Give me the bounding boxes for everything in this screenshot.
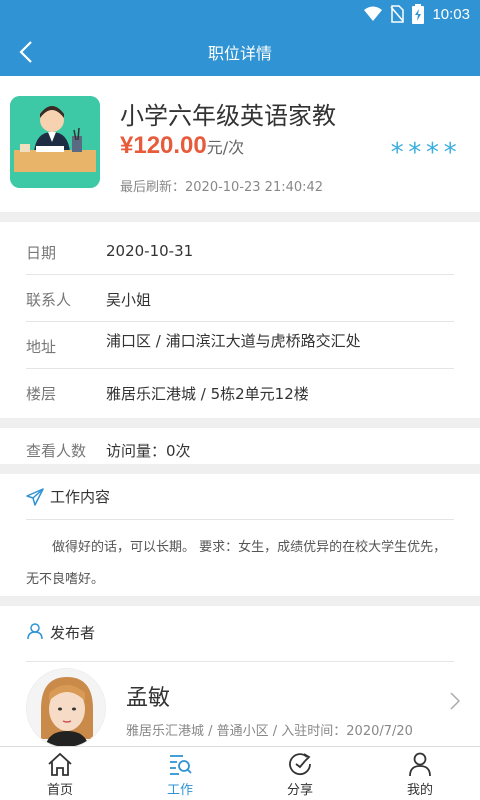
no-sim-icon bbox=[390, 5, 405, 23]
info-value: 雅居乐汇港城 / 5栋2单元12楼 bbox=[106, 385, 309, 403]
info-row-address[interactable]: 地址 浦口区 / 浦口滨江大道与虎桥路交汇处 bbox=[26, 322, 454, 369]
publisher-card: 发布者 孟敏 雅居乐汇港城 / 普通小区 / 入驻时间：2020/7/20 bbox=[0, 606, 480, 748]
user-icon bbox=[409, 752, 431, 777]
section-title: 发布者 bbox=[50, 624, 96, 642]
publisher-name: 孟敏 bbox=[126, 686, 171, 711]
page-title: 职位详情 bbox=[207, 44, 272, 63]
masked-rating: **** bbox=[389, 138, 460, 168]
job-title: 小学六年级英语家教 bbox=[120, 102, 336, 130]
job-content-card: 工作内容 做得好的话，可以长期。 要求：女生，成绩优异的在校大学生优先，无不良嗜… bbox=[0, 474, 480, 596]
refresh-time: 最后刷新：2020-10-23 21:40:42 bbox=[120, 180, 324, 195]
nav-bar: 职位详情 bbox=[0, 28, 480, 76]
job-description: 做得好的话，可以长期。 要求：女生，成绩优异的在校大学生优先，无不良嗜好。 bbox=[26, 540, 447, 587]
tab-share[interactable]: 分享 bbox=[240, 747, 360, 800]
publisher-row[interactable]: 孟敏 雅居乐汇港城 / 普通小区 / 入驻时间：2020/7/20 bbox=[0, 662, 480, 748]
views-label: 查看人数 bbox=[26, 442, 87, 460]
info-value: 浦口区 / 浦口滨江大道与虎桥路交汇处 bbox=[106, 332, 361, 350]
share-icon bbox=[289, 753, 311, 776]
tab-label: 首页 bbox=[46, 783, 73, 798]
paper-plane-icon bbox=[26, 487, 44, 506]
battery-icon bbox=[412, 4, 425, 24]
info-value: 2020-10-31 bbox=[106, 242, 194, 260]
tab-bar: 首页 工作 分享 我的 bbox=[0, 746, 480, 800]
info-label: 楼层 bbox=[26, 385, 57, 403]
tab-work[interactable]: 工作 bbox=[120, 747, 240, 800]
views-card: 查看人数 访问量：0次 bbox=[0, 428, 480, 464]
tab-home[interactable]: 首页 bbox=[0, 747, 120, 800]
status-icons: 10:03 bbox=[364, 4, 470, 24]
info-row-floor: 楼层 雅居乐汇港城 / 5栋2单元12楼 bbox=[26, 369, 454, 416]
info-card: 日期 2020-10-31 联系人 吴小姐 地址 浦口区 / 浦口滨江大道与虎桥… bbox=[0, 222, 480, 418]
price-amount: ¥120.00 bbox=[120, 132, 207, 159]
info-row-contact: 联系人 吴小姐 bbox=[26, 275, 454, 322]
chevron-right-icon bbox=[450, 692, 460, 710]
avatar bbox=[26, 668, 106, 748]
tab-label: 分享 bbox=[286, 783, 313, 798]
home-icon bbox=[48, 752, 72, 776]
status-time: 10:03 bbox=[432, 5, 470, 23]
user-outline-icon bbox=[27, 623, 43, 640]
tab-label: 我的 bbox=[406, 783, 433, 798]
work-search-icon bbox=[170, 755, 192, 775]
job-card: 小学六年级英语家教 ¥120.00 元/次 **** 最后刷新：2020-10-… bbox=[0, 76, 480, 212]
views-value: 访问量：0次 bbox=[106, 442, 191, 460]
tab-mine[interactable]: 我的 bbox=[360, 747, 480, 800]
info-label: 地址 bbox=[26, 338, 57, 356]
info-value: 吴小姐 bbox=[106, 291, 152, 309]
tutor-illustration-icon bbox=[10, 96, 100, 188]
publisher-desc: 雅居乐汇港城 / 普通小区 / 入驻时间：2020/7/20 bbox=[126, 724, 413, 739]
status-bar: 10:03 bbox=[0, 0, 480, 28]
section-header: 发布者 bbox=[26, 622, 454, 662]
info-row-date: 日期 2020-10-31 bbox=[26, 228, 454, 275]
avatar-illustration-icon bbox=[27, 669, 105, 747]
price-unit: 元/次 bbox=[206, 138, 245, 157]
info-label: 日期 bbox=[26, 244, 57, 262]
price-row: ¥120.00 元/次 bbox=[120, 132, 244, 160]
section-title: 工作内容 bbox=[50, 488, 111, 506]
tab-label: 工作 bbox=[166, 783, 193, 798]
wifi-icon bbox=[364, 6, 383, 21]
job-image bbox=[10, 96, 100, 188]
info-label: 联系人 bbox=[26, 291, 72, 309]
section-header: 工作内容 bbox=[26, 474, 454, 520]
